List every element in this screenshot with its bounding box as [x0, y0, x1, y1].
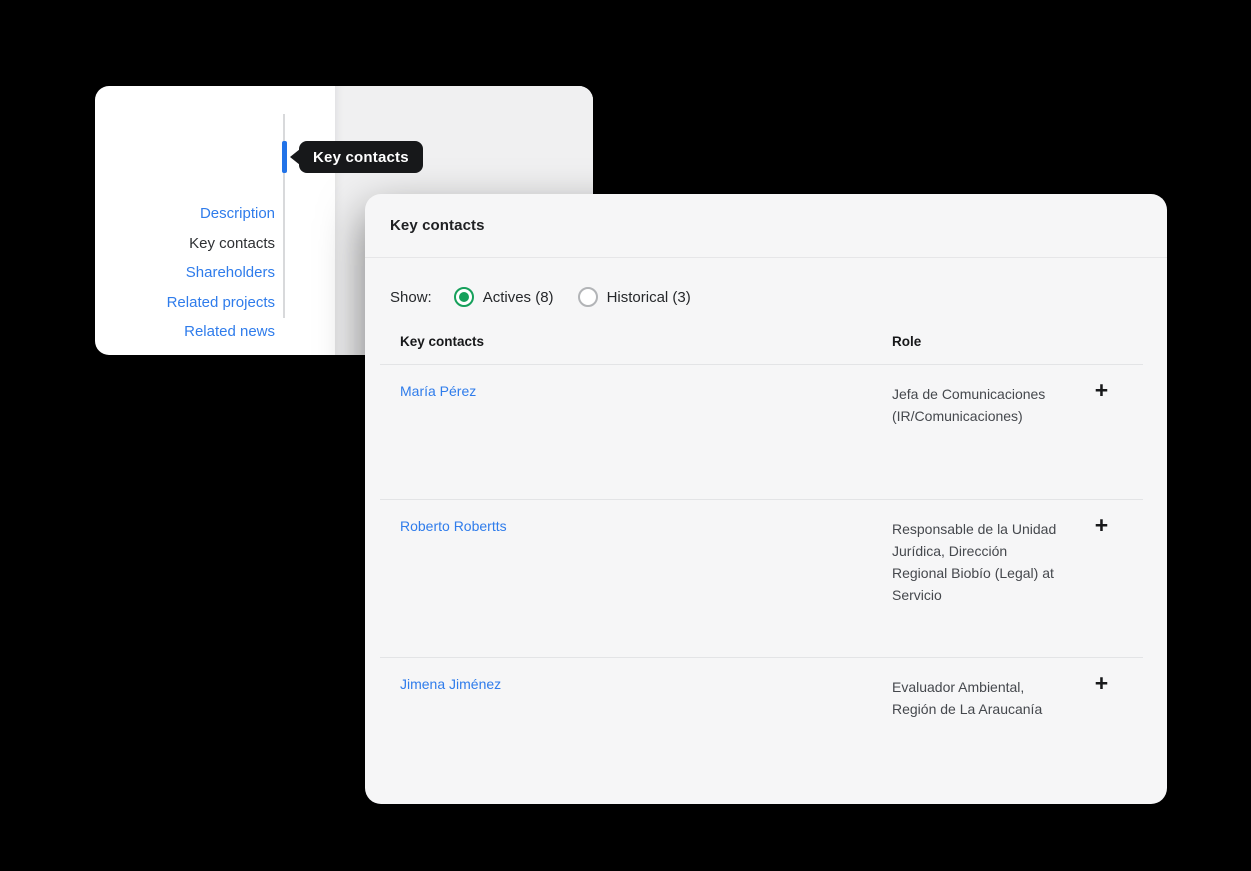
contact-role: Responsable de la Unidad Jurídica, Direc…: [892, 518, 1060, 657]
column-header-role: Role: [892, 334, 1143, 349]
add-cell: +: [1060, 383, 1143, 499]
key-contacts-panel: Key contacts Show: Actives (8) Historica…: [365, 194, 1167, 804]
key-contacts-tooltip: Key contacts: [299, 141, 423, 173]
add-cell: +: [1060, 676, 1143, 790]
nav-item-related-news[interactable]: Related news: [95, 317, 275, 347]
show-label: Show:: [390, 289, 432, 306]
section-nav-list: Description Key contacts Shareholders Re…: [95, 199, 275, 355]
table-row: Roberto Robertts Responsable de la Unida…: [380, 500, 1143, 658]
add-contact-icon[interactable]: +: [1095, 674, 1108, 692]
nav-item-related-reports[interactable]: Related reports: [95, 347, 275, 356]
active-nav-indicator: [282, 141, 287, 173]
radio-unselected-icon[interactable]: [578, 287, 598, 307]
contacts-table: Key contacts Role María Pérez Jefa de Co…: [380, 334, 1143, 790]
panel-title: Key contacts: [390, 217, 485, 234]
filter-historical-label: Historical (3): [607, 289, 691, 306]
table-header-row: Key contacts Role: [380, 334, 1143, 365]
filter-row: Show: Actives (8) Historical (3): [365, 258, 1167, 307]
panel-header: Key contacts: [365, 194, 1167, 258]
add-contact-icon[interactable]: +: [1095, 381, 1108, 399]
column-header-key-contacts: Key contacts: [400, 334, 892, 349]
add-cell: +: [1060, 518, 1143, 657]
contact-name-link[interactable]: Jimena Jiménez: [400, 676, 892, 790]
contact-role: Evaluador Ambiental, Región de La Arauca…: [892, 676, 1060, 790]
contact-name-link[interactable]: Roberto Robertts: [400, 518, 892, 657]
nav-item-key-contacts[interactable]: Key contacts: [95, 229, 275, 259]
filter-historical-radio[interactable]: Historical (3): [578, 287, 691, 307]
tooltip-arrow-icon: [290, 149, 300, 165]
add-contact-icon[interactable]: +: [1095, 516, 1108, 534]
tooltip-label: Key contacts: [313, 149, 409, 166]
radio-selected-icon[interactable]: [454, 287, 474, 307]
filter-actives-label: Actives (8): [483, 289, 554, 306]
nav-item-shareholders[interactable]: Shareholders: [95, 258, 275, 288]
nav-item-related-projects[interactable]: Related projects: [95, 288, 275, 318]
table-row: María Pérez Jefa de Comunicaciones (IR/C…: [380, 365, 1143, 500]
contact-role: Jefa de Comunicaciones (IR/Comunicacione…: [892, 383, 1060, 499]
contact-name-link[interactable]: María Pérez: [400, 383, 892, 499]
nav-item-description[interactable]: Description: [95, 199, 275, 229]
table-row: Jimena Jiménez Evaluador Ambiental, Regi…: [380, 658, 1143, 790]
filter-actives-radio[interactable]: Actives (8): [454, 287, 554, 307]
